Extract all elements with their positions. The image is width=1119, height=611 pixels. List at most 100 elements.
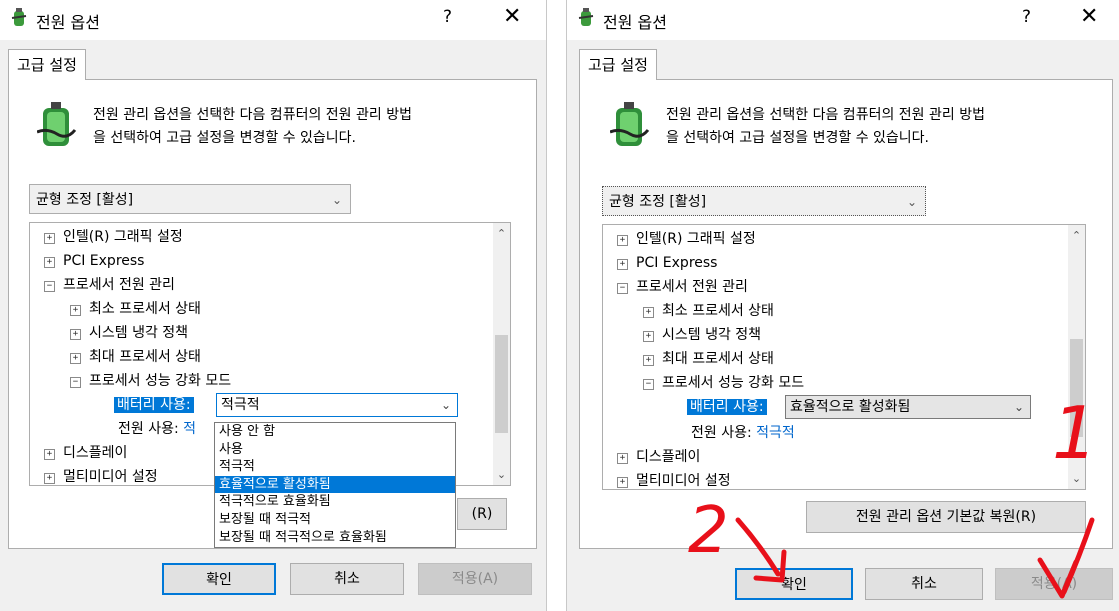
- power-plan-value: 균형 조정 [활성]: [36, 192, 134, 208]
- expand-icon[interactable]: +: [70, 305, 81, 316]
- tree-scrollbar[interactable]: ⌃ ⌄: [1068, 225, 1085, 489]
- dropdown-option[interactable]: 사용 안 함: [215, 423, 455, 441]
- dropdown-option[interactable]: 보장될 때 적극적: [215, 511, 455, 529]
- plugged-in-label: 전원 사용:: [118, 421, 179, 437]
- expand-icon[interactable]: +: [44, 473, 55, 484]
- battery-plug-icon: [610, 102, 650, 146]
- expand-icon[interactable]: +: [44, 233, 55, 244]
- expand-icon[interactable]: +: [643, 331, 654, 342]
- scroll-down-icon[interactable]: ⌄: [493, 466, 510, 483]
- expand-icon[interactable]: +: [643, 307, 654, 318]
- expand-icon[interactable]: +: [70, 329, 81, 340]
- tree-item-boost-mode[interactable]: − 프로세서 성능 강화 모드: [70, 369, 231, 393]
- tree-item-max-processor[interactable]: + 최대 프로세서 상태: [643, 347, 774, 371]
- help-button[interactable]: ?: [443, 7, 452, 27]
- tree-item-multimedia[interactable]: + 멀티미디어 설정: [617, 469, 731, 489]
- expand-icon[interactable]: +: [617, 235, 628, 246]
- expand-icon[interactable]: +: [44, 449, 55, 460]
- close-button[interactable]: ✕: [503, 4, 521, 29]
- title-bar: 전원 옵션 ? ✕: [567, 0, 1119, 40]
- collapse-icon[interactable]: −: [70, 377, 81, 388]
- on-battery-dropdown-list[interactable]: 사용 안 함 사용 적극적 효율적으로 활성화됨 적극적으로 효율화됨 보장될 …: [214, 422, 456, 548]
- tree-item-multimedia[interactable]: + 멀티미디어 설정: [44, 465, 158, 485]
- description: 전원 관리 옵션을 선택한 다음 컴퓨터의 전원 관리 방법 을 선택하여 고급…: [666, 104, 985, 150]
- tree-item-display[interactable]: + 디스플레이: [617, 445, 700, 469]
- on-battery-select[interactable]: 효율적으로 활성화됨 ⌄: [785, 395, 1031, 419]
- tree-item-min-processor[interactable]: + 최소 프로세서 상태: [70, 297, 201, 321]
- collapse-icon[interactable]: −: [617, 283, 628, 294]
- scrollbar-thumb[interactable]: [495, 335, 508, 433]
- tree-scrollbar[interactable]: ⌃ ⌄: [493, 223, 510, 485]
- tree-item-cooling-policy[interactable]: + 시스템 냉각 정책: [643, 323, 761, 347]
- close-button[interactable]: ✕: [1080, 4, 1098, 29]
- collapse-icon[interactable]: −: [643, 379, 654, 390]
- power-options-icon: [578, 8, 594, 26]
- tree-item-plugged-in[interactable]: 전원 사용: 적극적: [691, 421, 795, 445]
- apply-button[interactable]: 적용(A): [418, 563, 532, 595]
- description-line-2: 을 선택하여 고급 설정을 변경할 수 있습니다.: [666, 130, 929, 146]
- tree-item-intel-graphics[interactable]: + 인텔(R) 그래픽 설정: [44, 225, 183, 249]
- apply-button[interactable]: 적용(A): [995, 568, 1113, 600]
- collapse-icon[interactable]: −: [44, 281, 55, 292]
- cancel-button[interactable]: 취소: [865, 568, 983, 600]
- power-options-icon: [11, 8, 27, 26]
- on-battery-label: 배터리 사용:: [114, 397, 194, 413]
- scrollbar-thumb[interactable]: [1070, 339, 1083, 437]
- tree-item-on-battery[interactable]: 배터리 사용:: [687, 395, 767, 419]
- plugged-in-label: 전원 사용:: [691, 425, 752, 441]
- expand-icon[interactable]: +: [617, 259, 628, 270]
- tree-item-intel-graphics[interactable]: + 인텔(R) 그래픽 설정: [617, 227, 756, 251]
- tree-item-on-battery[interactable]: 배터리 사용:: [114, 393, 194, 417]
- plugged-in-value: 적: [183, 421, 197, 437]
- window-title: 전원 옵션: [603, 13, 667, 32]
- tree-item-pci-express[interactable]: + PCI Express: [617, 251, 717, 275]
- chevron-down-icon: ⌄: [906, 195, 917, 209]
- expand-icon[interactable]: +: [617, 477, 628, 488]
- plugged-in-value: 적극적: [756, 425, 795, 441]
- tree-item-plugged-in[interactable]: 전원 사용: 적: [118, 417, 196, 441]
- restore-defaults-button[interactable]: (R): [457, 498, 507, 530]
- on-battery-label: 배터리 사용:: [687, 399, 767, 415]
- tree-item-processor-power[interactable]: − 프로세서 전원 관리: [617, 275, 748, 299]
- settings-panel: 전원 관리 옵션을 선택한 다음 컴퓨터의 전원 관리 방법 을 선택하여 고급…: [579, 79, 1113, 549]
- expand-icon[interactable]: +: [617, 453, 628, 464]
- tree-item-pci-express[interactable]: + PCI Express: [44, 249, 144, 273]
- help-button[interactable]: ?: [1022, 7, 1031, 27]
- tab-advanced-settings[interactable]: 고급 설정: [8, 49, 86, 80]
- tree-item-boost-mode[interactable]: − 프로세서 성능 강화 모드: [643, 371, 804, 395]
- power-plan-select[interactable]: 균형 조정 [활성] ⌄: [602, 186, 926, 216]
- chevron-down-icon: ⌄: [1013, 400, 1024, 414]
- expand-icon[interactable]: +: [643, 355, 654, 366]
- dropdown-option[interactable]: 사용: [215, 441, 455, 459]
- tree-item-max-processor[interactable]: + 최대 프로세서 상태: [70, 345, 201, 369]
- ok-button[interactable]: 확인: [735, 568, 853, 600]
- title-bar: 전원 옵션 ? ✕: [0, 0, 546, 40]
- cancel-button[interactable]: 취소: [290, 563, 404, 595]
- settings-tree[interactable]: + 인텔(R) 그래픽 설정 + PCI Express − 프로세서 전원 관리 +…: [602, 224, 1086, 490]
- tree-item-processor-power[interactable]: − 프로세서 전원 관리: [44, 273, 175, 297]
- dropdown-option[interactable]: 적극적: [215, 458, 455, 476]
- description-line-2: 을 선택하여 고급 설정을 변경할 수 있습니다.: [93, 130, 356, 146]
- description-line-1: 전원 관리 옵션을 선택한 다음 컴퓨터의 전원 관리 방법: [93, 107, 412, 123]
- dropdown-option[interactable]: 보장될 때 적극적으로 효율화됨: [215, 529, 455, 547]
- scroll-up-icon[interactable]: ⌃: [1068, 227, 1085, 244]
- restore-defaults-button[interactable]: 전원 관리 옵션 기본값 복원(R): [806, 501, 1086, 533]
- expand-icon[interactable]: +: [70, 353, 81, 364]
- power-plan-select[interactable]: 균형 조정 [활성] ⌄: [29, 184, 351, 214]
- battery-plug-icon: [37, 102, 77, 146]
- scroll-up-icon[interactable]: ⌃: [493, 225, 510, 242]
- expand-icon[interactable]: +: [44, 257, 55, 268]
- scroll-down-icon[interactable]: ⌄: [1068, 470, 1085, 487]
- chevron-down-icon: ⌄: [331, 193, 342, 207]
- chevron-down-icon: ⌄: [440, 398, 451, 412]
- tree-item-display[interactable]: + 디스플레이: [44, 441, 127, 465]
- description-line-1: 전원 관리 옵션을 선택한 다음 컴퓨터의 전원 관리 방법: [666, 107, 985, 123]
- tree-item-min-processor[interactable]: + 최소 프로세서 상태: [643, 299, 774, 323]
- dropdown-option[interactable]: 적극적으로 효율화됨: [215, 493, 455, 511]
- ok-button[interactable]: 확인: [162, 563, 276, 595]
- tree-item-cooling-policy[interactable]: + 시스템 냉각 정책: [70, 321, 188, 345]
- dropdown-option-highlighted[interactable]: 효율적으로 활성화됨: [215, 475, 455, 494]
- on-battery-select[interactable]: 적극적 ⌄: [216, 393, 458, 417]
- power-plan-value: 균형 조정 [활성]: [609, 194, 707, 210]
- tab-advanced-settings[interactable]: 고급 설정: [579, 49, 657, 80]
